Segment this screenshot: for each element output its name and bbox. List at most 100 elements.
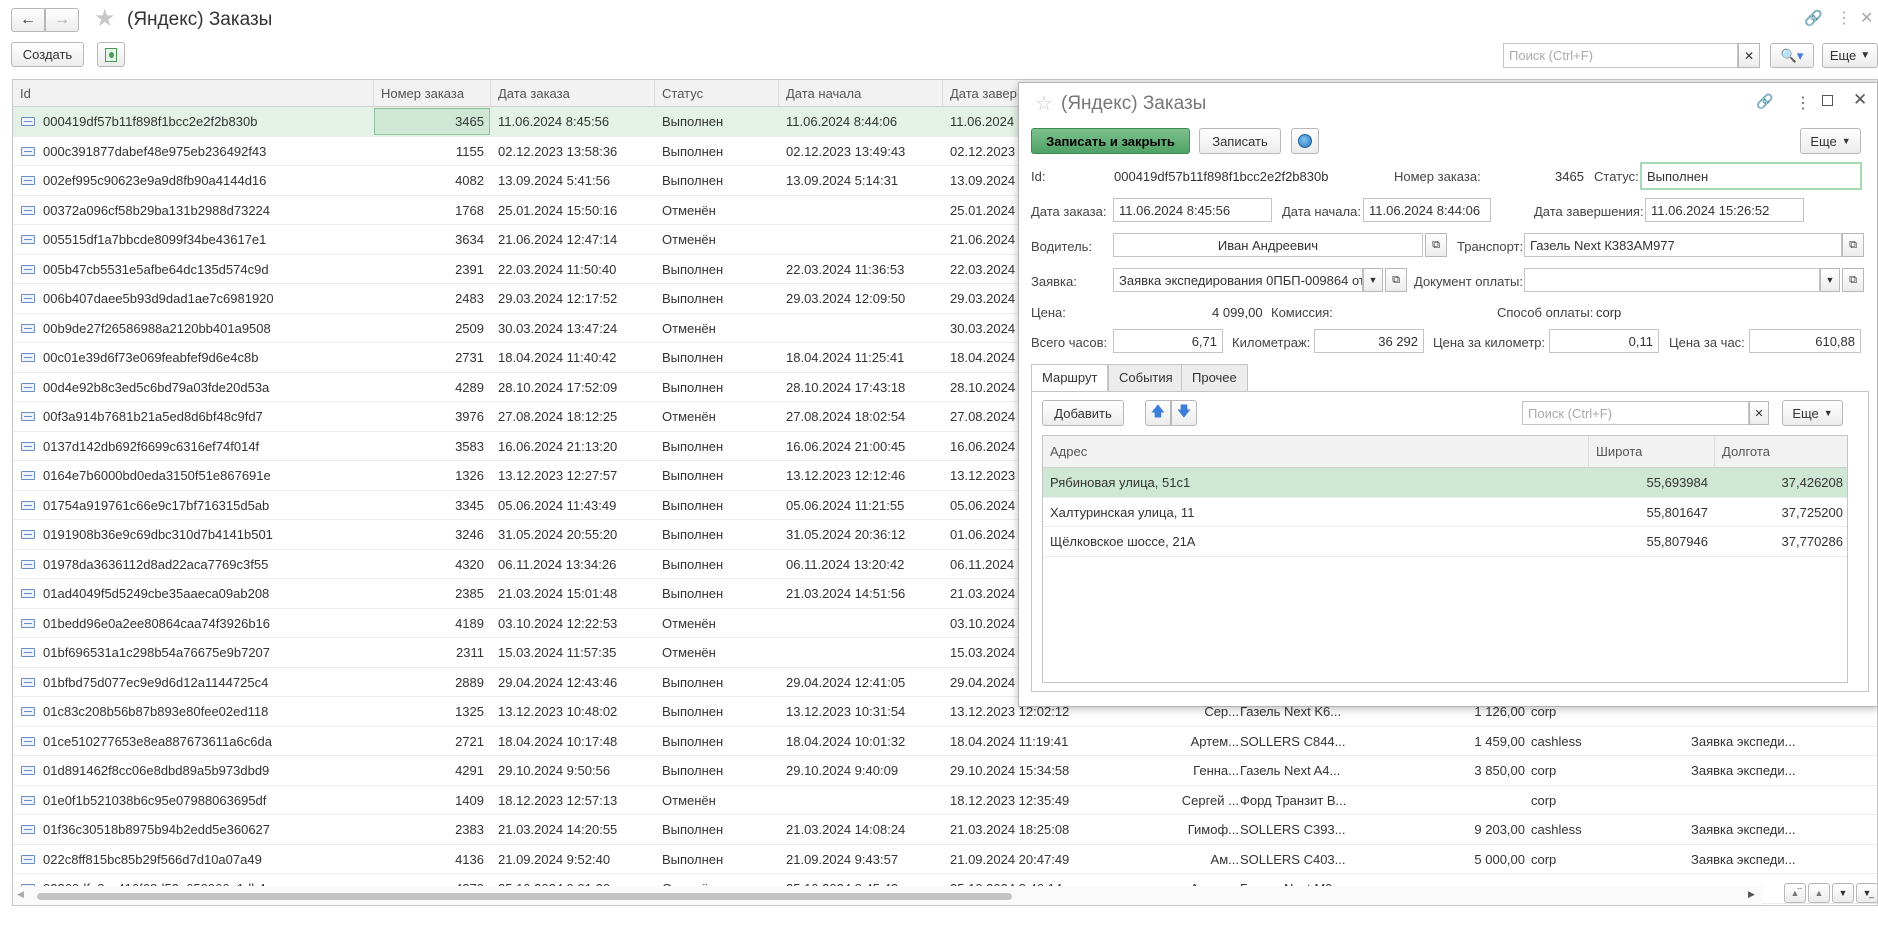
cell-status: Отменён bbox=[662, 320, 716, 336]
column-header-longitude[interactable]: Долгота bbox=[1715, 436, 1849, 468]
tab-other[interactable]: Прочее bbox=[1181, 364, 1248, 391]
start-date-field[interactable]: 11.06.2024 8:44:06 bbox=[1363, 198, 1491, 222]
cell-end: 21.03.2024 18:25:08 bbox=[950, 822, 1070, 837]
status-field[interactable]: Выполнен bbox=[1640, 162, 1862, 190]
column-header-start-date[interactable]: Дата начала bbox=[779, 80, 943, 107]
cell-num: 1326 bbox=[455, 468, 484, 483]
table-row[interactable]: 022c8ff815bc85b29f566d7d10a07a49 4136 21.0… bbox=[13, 845, 1877, 874]
more-button[interactable]: Еще ▼ bbox=[1822, 43, 1878, 68]
open-icon: ⧉ bbox=[1849, 273, 1857, 286]
cell-start bbox=[786, 638, 941, 667]
end-date-field[interactable]: 11.06.2024 15:26:52 bbox=[1645, 198, 1804, 222]
save-and-close-button[interactable]: Записать и закрыть bbox=[1031, 128, 1190, 154]
payment-document-field[interactable] bbox=[1524, 268, 1820, 292]
search-button[interactable]: 🔍▾ bbox=[1770, 43, 1814, 68]
column-header-order-date[interactable]: Дата заказа bbox=[491, 80, 655, 107]
column-header-status[interactable]: Статус bbox=[655, 80, 779, 107]
row-document-icon bbox=[21, 176, 35, 185]
column-header-latitude[interactable]: Широта bbox=[1589, 436, 1715, 468]
route-search-clear-button[interactable]: ✕ bbox=[1749, 401, 1769, 425]
link-icon[interactable]: 🔗 bbox=[1804, 9, 1823, 27]
column-header-order-number[interactable]: Номер заказа bbox=[374, 80, 491, 107]
request-dropdown-button[interactable]: ▼ bbox=[1363, 268, 1383, 292]
order-number-label: Номер заказа: bbox=[1394, 169, 1481, 184]
more-button[interactable]: Еще ▼ bbox=[1800, 128, 1861, 154]
table-row[interactable]: 01e0f1b521038b6c95e07988063695df 1409 18.1… bbox=[13, 786, 1877, 815]
route-table[interactable]: Адрес Широта Долгота Рябиновая улица, 51… bbox=[1042, 435, 1848, 683]
save-button[interactable]: Записать bbox=[1199, 128, 1281, 154]
cell-start: 22.03.2024 11:36:53 bbox=[786, 261, 905, 277]
search-input[interactable]: Поиск (Ctrl+F) bbox=[1503, 43, 1738, 68]
scrollbar-thumb[interactable] bbox=[37, 893, 1012, 900]
route-more-button[interactable]: Еще ▼ bbox=[1782, 400, 1843, 426]
horizontal-scrollbar[interactable]: ◀ ▶ bbox=[13, 886, 1763, 905]
globe-button[interactable] bbox=[1291, 128, 1319, 154]
cell-status: Выполнен bbox=[662, 143, 724, 159]
forward-button[interactable]: → bbox=[45, 8, 79, 32]
payment-document-open-button[interactable]: ⧉ bbox=[1842, 268, 1864, 292]
transport-open-button[interactable]: ⧉ bbox=[1842, 233, 1864, 257]
create-button[interactable]: Создать bbox=[11, 42, 84, 67]
total-hours-label: Всего часов: bbox=[1031, 335, 1108, 350]
favorite-star-icon[interactable]: ★ bbox=[94, 4, 116, 33]
column-header-address[interactable]: Адрес bbox=[1043, 436, 1589, 468]
scroll-bottom-button[interactable]: ▼̲ bbox=[1856, 883, 1877, 903]
route-row[interactable]: Рябиновая улица, 51с1 55,693984 37,426208 bbox=[1043, 468, 1847, 498]
table-row[interactable]: 01ce510277653e8ea887673611a6c6da 2721 18.0… bbox=[13, 727, 1877, 756]
cell-end: 18.12.2023 12:35:49 bbox=[950, 792, 1070, 808]
more-vert-icon[interactable]: ⋮ bbox=[1836, 8, 1852, 28]
cell-status: Выполнен bbox=[662, 291, 724, 306]
cell-date: 05.06.2024 11:43:49 bbox=[498, 497, 617, 513]
column-header-id[interactable]: Id bbox=[13, 80, 374, 107]
move-up-button[interactable]: 🡅 bbox=[1145, 400, 1171, 426]
order-form-dialog[interactable]: ☆ (Яндекс) Заказы 🔗 ⋮ ✕ Записать и закры… bbox=[1018, 82, 1878, 707]
total-hours-field[interactable]: 6,71 bbox=[1113, 329, 1223, 353]
price-per-hour-field[interactable]: 610,88 bbox=[1749, 329, 1861, 353]
tab-events[interactable]: События bbox=[1108, 364, 1184, 391]
cell-status: Выполнен bbox=[662, 114, 724, 129]
chevron-down-icon: ▼ bbox=[1823, 408, 1833, 418]
scroll-up-button[interactable]: ▲ bbox=[1808, 883, 1830, 903]
link-icon[interactable]: 🔗 bbox=[1756, 93, 1773, 110]
cell-status: Отменён bbox=[662, 409, 716, 424]
cell-lon: 37,770286 bbox=[1781, 534, 1843, 549]
move-down-button[interactable]: 🡇 bbox=[1171, 400, 1197, 426]
row-document-icon bbox=[21, 854, 35, 864]
close-icon[interactable]: ✕ bbox=[1853, 90, 1867, 110]
cell-id: 01c83c208b56b87b893e80fee02ed118 bbox=[43, 704, 269, 719]
route-row[interactable]: Халтуринская улица, 11 55,801647 37,725200 bbox=[1043, 498, 1847, 527]
driver-open-button[interactable]: ⧉ bbox=[1425, 233, 1447, 257]
more-vert-icon[interactable]: ⋮ bbox=[1795, 93, 1811, 113]
price-per-km-field[interactable]: 0,11 bbox=[1549, 329, 1659, 353]
table-row[interactable]: 01d891462f8cc06e8dbd89a5b973dbd9 4291 29.1… bbox=[13, 756, 1877, 786]
add-button[interactable]: Добавить bbox=[1042, 400, 1124, 426]
tab-route[interactable]: Маршрут bbox=[1031, 364, 1109, 392]
request-open-button[interactable]: ⧉ bbox=[1385, 268, 1407, 292]
close-icon[interactable]: ✕ bbox=[1860, 8, 1873, 28]
back-button[interactable]: ← bbox=[11, 8, 45, 32]
search-clear-button[interactable]: ✕ bbox=[1738, 43, 1760, 68]
driver-field[interactable]: Иван Андреевич bbox=[1113, 233, 1423, 257]
payment-document-dropdown-button[interactable]: ▼ bbox=[1820, 268, 1840, 292]
scroll-down-button[interactable]: ▼ bbox=[1832, 883, 1854, 903]
order-date-field[interactable]: 11.06.2024 8:45:56 bbox=[1113, 198, 1272, 222]
maximize-icon[interactable] bbox=[1822, 95, 1833, 106]
favorite-star-icon[interactable]: ☆ bbox=[1035, 91, 1053, 116]
transport-field[interactable]: Газель Next К383АМ977 bbox=[1524, 233, 1842, 257]
scroll-right-icon[interactable]: ▶ bbox=[1748, 889, 1755, 900]
cell-date: 25.01.2024 15:50:16 bbox=[498, 202, 618, 218]
cell-date: 15.03.2024 11:57:35 bbox=[498, 645, 617, 660]
row-document-icon bbox=[21, 146, 35, 156]
route-search-input[interactable]: Поиск (Ctrl+F) bbox=[1522, 401, 1749, 425]
cell-status: Отменён bbox=[662, 202, 716, 218]
mileage-field[interactable]: 36 292 bbox=[1314, 329, 1424, 353]
request-field[interactable]: Заявка экспедирования 0ПБП-009864 от bbox=[1113, 268, 1363, 292]
scroll-left-icon[interactable]: ◀ bbox=[17, 889, 24, 900]
route-row[interactable]: Щёлковское шоссе, 21А 55,807946 37,770286 bbox=[1043, 527, 1847, 557]
export-button[interactable] bbox=[97, 42, 125, 67]
cell-price: 3 850,00 bbox=[1474, 763, 1525, 778]
scroll-top-button[interactable]: ▲̅ bbox=[1784, 883, 1806, 903]
cell-num: 3976 bbox=[455, 409, 484, 424]
cell-num: 1155 bbox=[456, 143, 484, 159]
table-row[interactable]: 01f36c30518b8975b94b2edd5e360627 2383 21.0… bbox=[13, 815, 1877, 845]
